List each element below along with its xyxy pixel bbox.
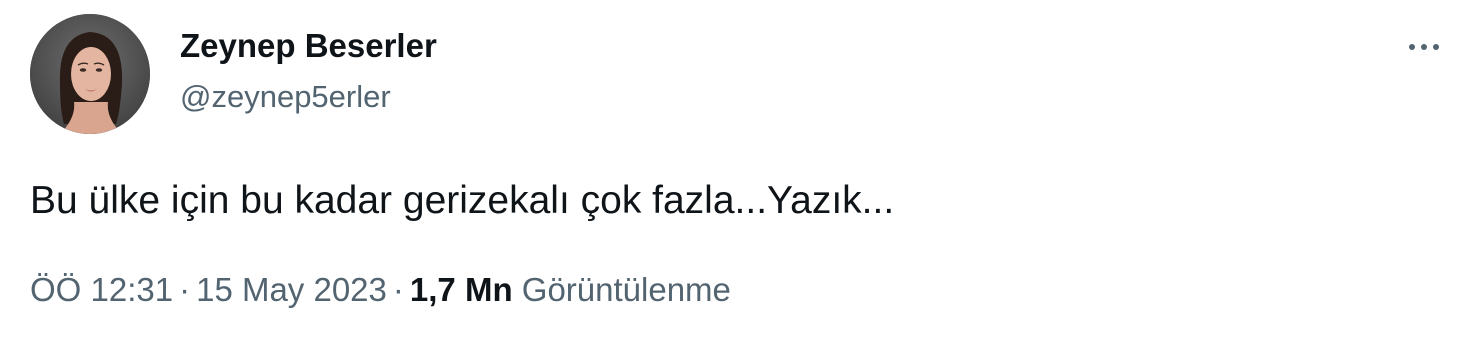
tweet-date: 15 May 2023 [196, 271, 387, 308]
separator: · [392, 271, 404, 308]
tweet-time: ÖÖ 12:31 [30, 271, 174, 308]
views-label: Görüntülenme [521, 271, 731, 308]
author-display-name[interactable]: Zeynep Beserler [180, 26, 437, 66]
tweet-metadata: ÖÖ 12:31 · 15 May 2023 · 1,7 Mn Görüntülenme [30, 268, 731, 312]
more-horizontal-icon [1409, 44, 1439, 50]
more-options-button[interactable] [1398, 27, 1450, 67]
views-count: 1,7 Mn [409, 271, 513, 308]
author-avatar[interactable] [30, 14, 150, 134]
tweet-text: Bu ülke için bu kadar gerizekalı çok faz… [30, 179, 895, 222]
separator: · [179, 271, 191, 308]
tweet-card: Zeynep Beserler @zeynep5erler Bu ülke iç… [0, 0, 1478, 345]
avatar-photo-icon [30, 14, 150, 134]
tweet-timestamp-link[interactable]: ÖÖ 12:31 · 15 May 2023 [30, 271, 387, 308]
author-handle[interactable]: @zeynep5erler [180, 78, 391, 116]
